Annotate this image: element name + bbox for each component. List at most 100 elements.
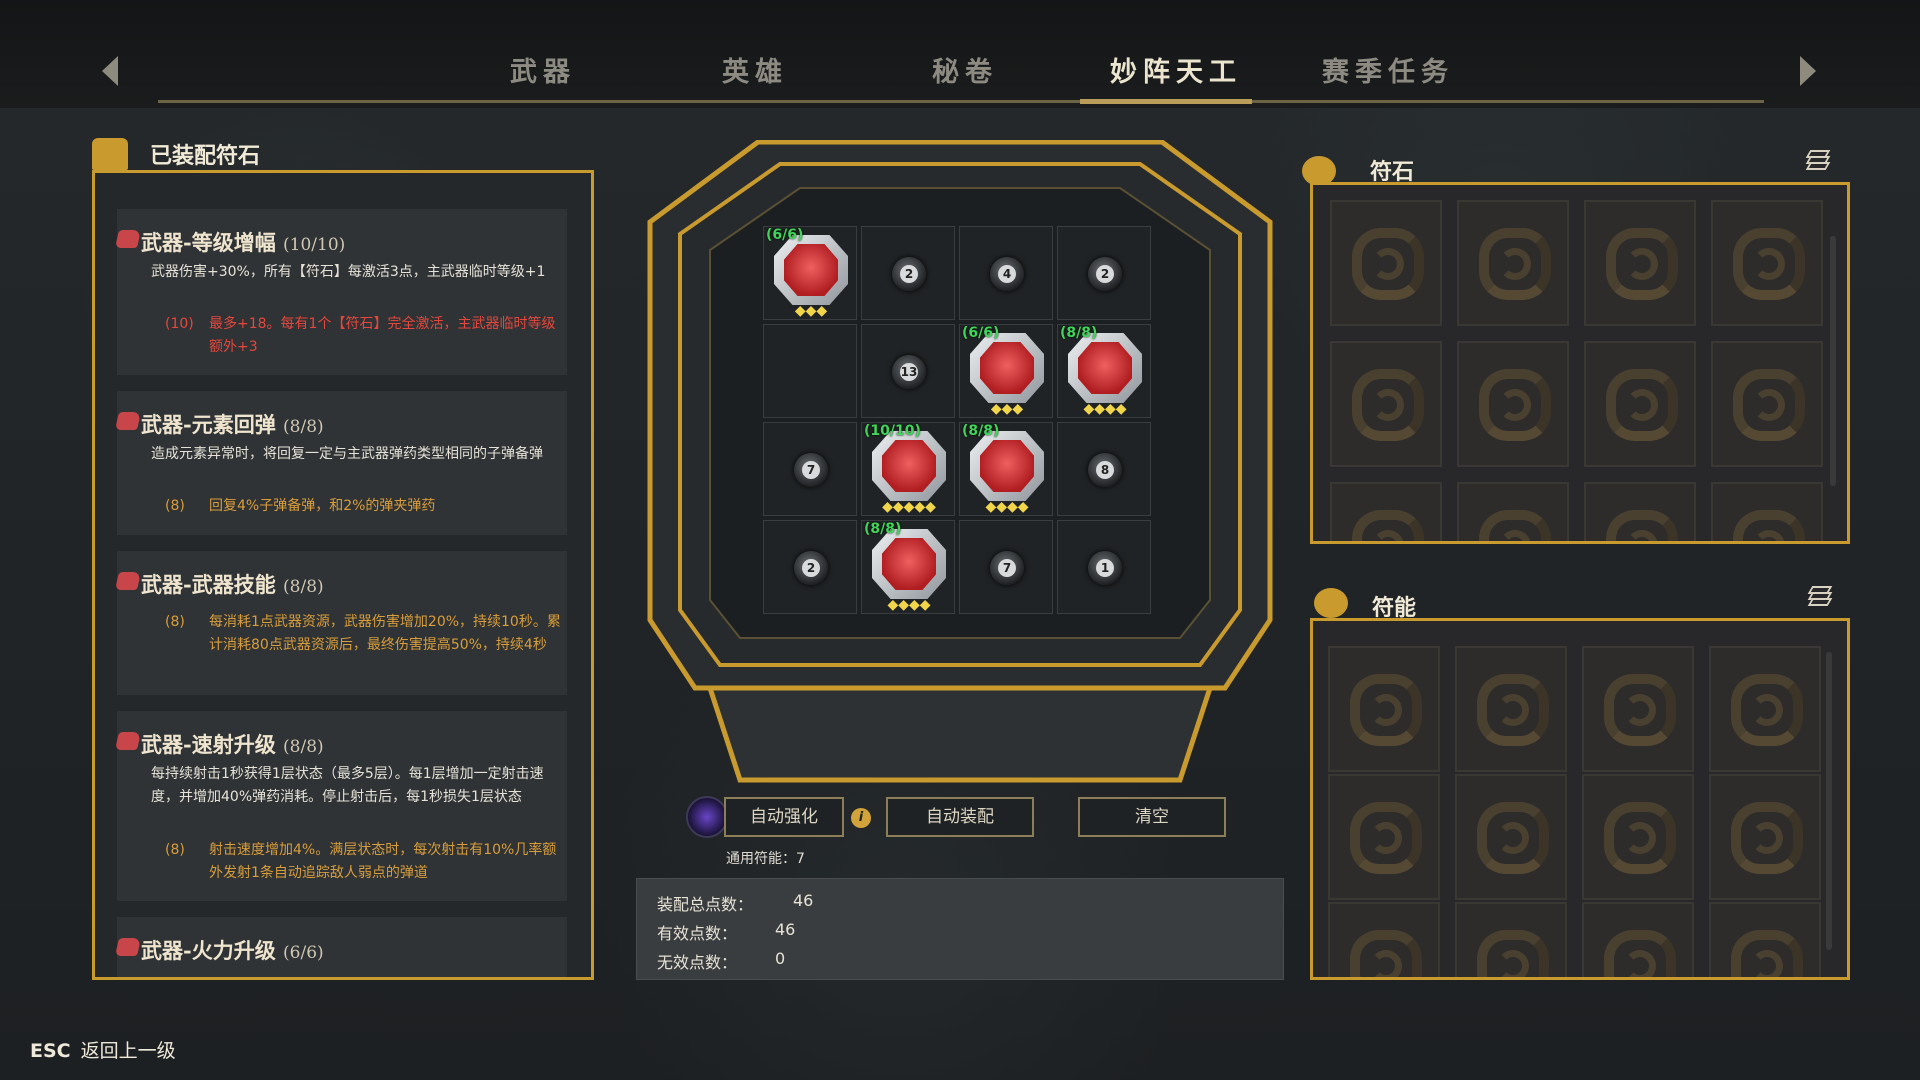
universal-energy-count: 通用符能：7	[726, 851, 805, 867]
card-count: (10/10)	[283, 235, 346, 255]
inventory-slot[interactable]	[1711, 200, 1823, 326]
energy-orb-icon: 8	[1088, 453, 1122, 487]
inventory-slot[interactable]	[1330, 200, 1442, 326]
card-title: 武器-速射升级	[141, 732, 276, 757]
board-cell[interactable]: 2	[1057, 226, 1151, 320]
board-cell[interactable]	[763, 324, 857, 418]
inventory-slot[interactable]	[1711, 482, 1823, 541]
card-description: 武器伤害+30%，所有【符石】每激活3点，主武器临时等级+1	[151, 264, 546, 280]
board-cell[interactable]: 13	[861, 324, 955, 418]
energy-scrollbar[interactable]	[1826, 652, 1832, 950]
inventory-slot[interactable]	[1455, 902, 1567, 977]
inventory-slot[interactable]	[1584, 482, 1696, 541]
energy-orb-icon: 1	[1088, 551, 1122, 585]
tab-formation-craft[interactable]: 妙阵天工	[1110, 50, 1242, 89]
rune-level-label: (6/6)	[962, 325, 1000, 341]
rune-effect-card: 武器-速射升级 (8/8) 每持续射击1秒获得1层状态（最多5层）。每1层增加一…	[115, 711, 567, 901]
rune-effect-card: 武器-元素回弹 (8/8) 造成元素异常时，将回复一定与主武器弹药类型相同的子弹…	[115, 391, 567, 535]
inventory-slot[interactable]	[1709, 774, 1821, 900]
inventory-slot[interactable]	[1584, 341, 1696, 467]
active-tab-indicator	[1080, 99, 1252, 104]
inventory-slot[interactable]	[1328, 902, 1440, 977]
board-cell[interactable]: (8/8) ◆◆◆◆	[959, 422, 1053, 516]
board-cell[interactable]: (10/10) ◆◆◆◆◆	[861, 422, 955, 516]
inventory-slot[interactable]	[1711, 341, 1823, 467]
bonus-text: 最多+18。每有1个【符石】完全激活，主武器临时等级额外+3	[209, 316, 556, 355]
bonus-text: 射击速度增加4%。满层状态时，每次射击有10%几率额外发射1条自动追踪敌人弱点的…	[209, 842, 557, 881]
orb-number: 2	[1096, 265, 1114, 283]
runestone-scrollbar[interactable]	[1830, 236, 1836, 486]
inventory-slot[interactable]	[1330, 482, 1442, 541]
board-cell[interactable]: 7	[763, 422, 857, 516]
tab-secret-scroll[interactable]: 秘卷	[932, 50, 998, 89]
inventory-slot[interactable]	[1584, 200, 1696, 326]
total-points-label: 装配总点数：	[657, 895, 754, 914]
auto-enhance-button[interactable]: 自动强化	[724, 797, 844, 837]
nav-prev-arrow-icon[interactable]	[102, 56, 118, 86]
tab-season-quests[interactable]: 赛季任务	[1322, 50, 1454, 89]
rune-stars: ◆◆◆◆◆	[882, 499, 936, 515]
card-title: 武器-元素回弹	[141, 412, 276, 437]
card-description: 造成元素异常时，将回复一定与主武器弹药类型相同的子弹备弹	[151, 446, 543, 462]
energy-orb-icon: 2	[1088, 257, 1122, 291]
valid-points-label: 有效点数：	[657, 924, 738, 943]
board-cell[interactable]: 4	[959, 226, 1053, 320]
layers-icon[interactable]	[1805, 148, 1831, 172]
board-cell[interactable]: 1	[1057, 520, 1151, 614]
board-cell[interactable]: 2	[861, 226, 955, 320]
top-nav-bar: 武器 英雄 秘卷 妙阵天工 赛季任务	[0, 0, 1920, 108]
energy-inventory	[1310, 618, 1850, 980]
inventory-slot[interactable]	[1330, 341, 1442, 467]
card-title: 武器-等级增幅	[141, 230, 276, 255]
card-title: 武器-火力升级	[141, 938, 276, 963]
auto-enhance-orb-icon[interactable]	[686, 796, 728, 838]
equipped-runes-icon	[92, 138, 128, 170]
rune-level-label: (10/10)	[864, 423, 921, 439]
clear-button[interactable]: 清空	[1078, 797, 1226, 837]
weapon-rune-icon	[115, 412, 141, 430]
board-cell[interactable]: 8	[1057, 422, 1151, 516]
valid-points-value: 46	[775, 920, 796, 939]
board-cell[interactable]: 7	[959, 520, 1053, 614]
inventory-slot[interactable]	[1582, 774, 1694, 900]
board-cell[interactable]: (8/8) ◆◆◆◆	[861, 520, 955, 614]
info-icon[interactable]: i	[851, 808, 871, 828]
energy-orb-icon: 2	[892, 257, 926, 291]
weapon-rune-icon	[115, 938, 141, 956]
inventory-slot[interactable]	[1582, 902, 1694, 977]
auto-equip-button[interactable]: 自动装配	[886, 797, 1034, 837]
card-bonus: (8) 回复4%子弹备弹，和2%的弹夹弹药	[165, 495, 565, 518]
invalid-points-label: 无效点数：	[657, 953, 738, 972]
inventory-slot[interactable]	[1455, 774, 1567, 900]
inventory-slot[interactable]	[1455, 646, 1567, 772]
back-hint[interactable]: ESC 返回上一级	[30, 1036, 176, 1063]
energy-orb-icon: 7	[990, 551, 1024, 585]
tab-weapon[interactable]: 武器	[510, 50, 576, 89]
inventory-slot[interactable]	[1328, 774, 1440, 900]
inventory-slot[interactable]	[1328, 646, 1440, 772]
energy-orb-icon: 2	[794, 551, 828, 585]
weapon-rune-icon	[970, 333, 1044, 403]
orb-number: 7	[802, 461, 820, 479]
layers-icon[interactable]	[1807, 584, 1833, 608]
card-bonus: (8) 射击速度增加4%。满层状态时，每次射击有10%几率额外发射1条自动追踪敌…	[165, 839, 565, 885]
tab-hero[interactable]: 英雄	[722, 50, 788, 89]
inventory-slot[interactable]	[1582, 646, 1694, 772]
rune-level-label: (8/8)	[1060, 325, 1098, 341]
board-cell[interactable]: 2	[763, 520, 857, 614]
board-cell[interactable]: (8/8) ◆◆◆◆	[1057, 324, 1151, 418]
card-count: (8/8)	[283, 417, 324, 437]
weapon-rune-icon	[872, 529, 946, 599]
bonus-level: (10)	[165, 316, 194, 332]
inventory-slot[interactable]	[1457, 341, 1569, 467]
inventory-slot[interactable]	[1457, 200, 1569, 326]
inventory-slot[interactable]	[1457, 482, 1569, 541]
rune-level-label: (8/8)	[864, 521, 902, 537]
energy-orb-icon: 4	[990, 257, 1024, 291]
inventory-slot[interactable]	[1709, 646, 1821, 772]
board-cell[interactable]: (6/6) ◆◆◆	[959, 324, 1053, 418]
equipped-runes-title: 已装配符石	[150, 143, 261, 169]
board-cell[interactable]: (6/6) ◆◆◆	[763, 226, 857, 320]
nav-next-arrow-icon[interactable]	[1800, 56, 1816, 86]
inventory-slot[interactable]	[1709, 902, 1821, 977]
